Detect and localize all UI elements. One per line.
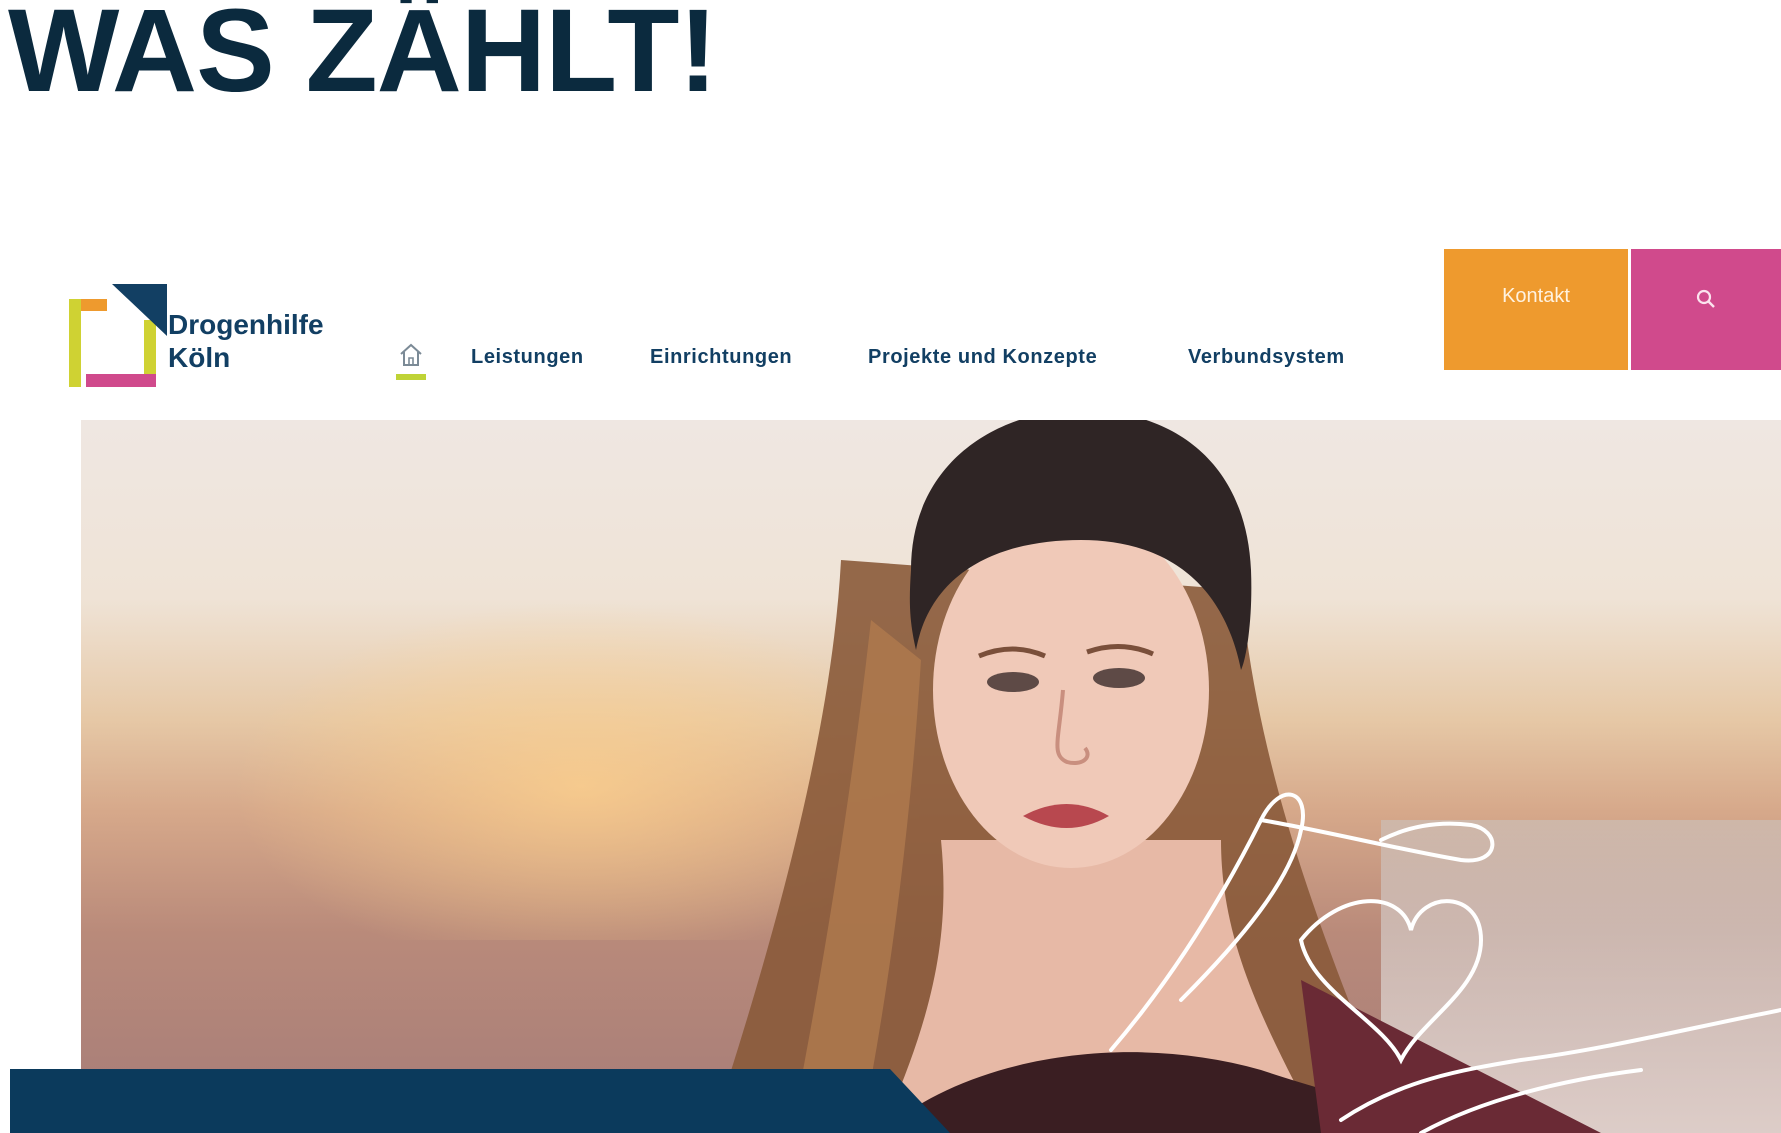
nav-home-link[interactable]	[394, 342, 428, 382]
search-icon	[1696, 289, 1715, 308]
nav-item-verbundsystem[interactable]: Verbundsystem	[1188, 346, 1345, 369]
logo-line-1: Drogenhilfe	[168, 309, 324, 340]
home-icon	[400, 343, 422, 366]
nav-item-projekte-und-konzepte[interactable]: Projekte und Konzepte	[868, 346, 1097, 369]
logo-mark-icon	[68, 284, 167, 388]
hero-caption-band	[10, 1069, 950, 1133]
logo-line-2: Köln	[168, 342, 231, 373]
kontakt-button[interactable]: Kontakt	[1444, 249, 1628, 370]
young-woman-portrait-illustration	[711, 420, 1781, 1133]
hero-image	[81, 420, 1781, 1133]
nav-item-einrichtungen[interactable]: Einrichtungen	[650, 346, 792, 369]
home-active-indicator	[396, 374, 426, 380]
nav-item-leistungen[interactable]: Leistungen	[471, 346, 584, 369]
page-headline: WAS ZÄHLT!	[8, 0, 718, 117]
search-button[interactable]	[1631, 249, 1781, 370]
logo-wordmark: Drogenhilfe Köln	[168, 308, 324, 374]
drogenhilfe-logo[interactable]: Drogenhilfe Köln	[68, 284, 358, 388]
